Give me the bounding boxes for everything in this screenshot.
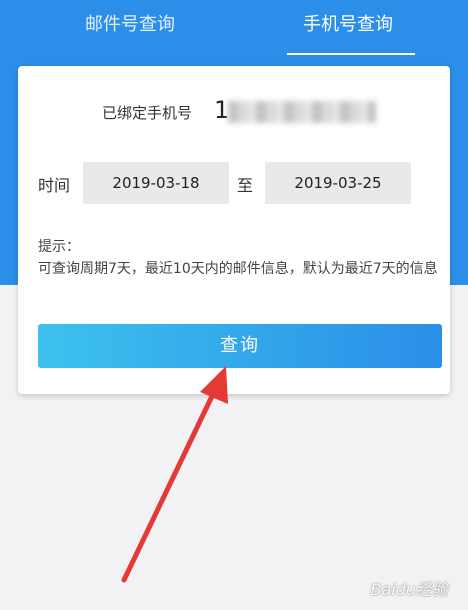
tab-mail-query[interactable]: 邮件号查询 — [60, 10, 200, 40]
end-date-picker[interactable]: 2019-03-25 — [265, 162, 411, 204]
tab-phone-query[interactable]: 手机号查询 — [278, 10, 418, 40]
time-label: 时间 — [38, 176, 71, 195]
bound-phone-label: 已绑定手机号 — [102, 104, 193, 122]
tab-bar: 邮件号查询 手机号查询 — [0, 0, 468, 60]
to-label: 至 — [237, 176, 254, 195]
date-range-row: 时间 2019-03-18 至 2019-03-25 — [18, 162, 450, 206]
active-tab-indicator — [287, 53, 415, 55]
hint-text: 可查询周期7天，最近10天内的邮件信息，默认为最近7天的信息 — [38, 261, 438, 277]
phone-privacy-blur — [228, 101, 376, 123]
hint-block: 提示： 可查询周期7天，最近10天内的邮件信息，默认为最近7天的信息 — [38, 236, 438, 280]
baidu-watermark: Baidu经验 — [370, 580, 448, 599]
bound-phone-number: 1 — [214, 96, 230, 124]
bound-phone-row: 已绑定手机号 1 — [18, 96, 450, 130]
hint-title: 提示： — [38, 239, 80, 255]
query-button[interactable]: 查询 — [38, 324, 442, 368]
query-card: 已绑定手机号 1 时间 2019-03-18 至 2019-03-25 提示： … — [18, 66, 450, 394]
start-date-picker[interactable]: 2019-03-18 — [83, 162, 229, 204]
